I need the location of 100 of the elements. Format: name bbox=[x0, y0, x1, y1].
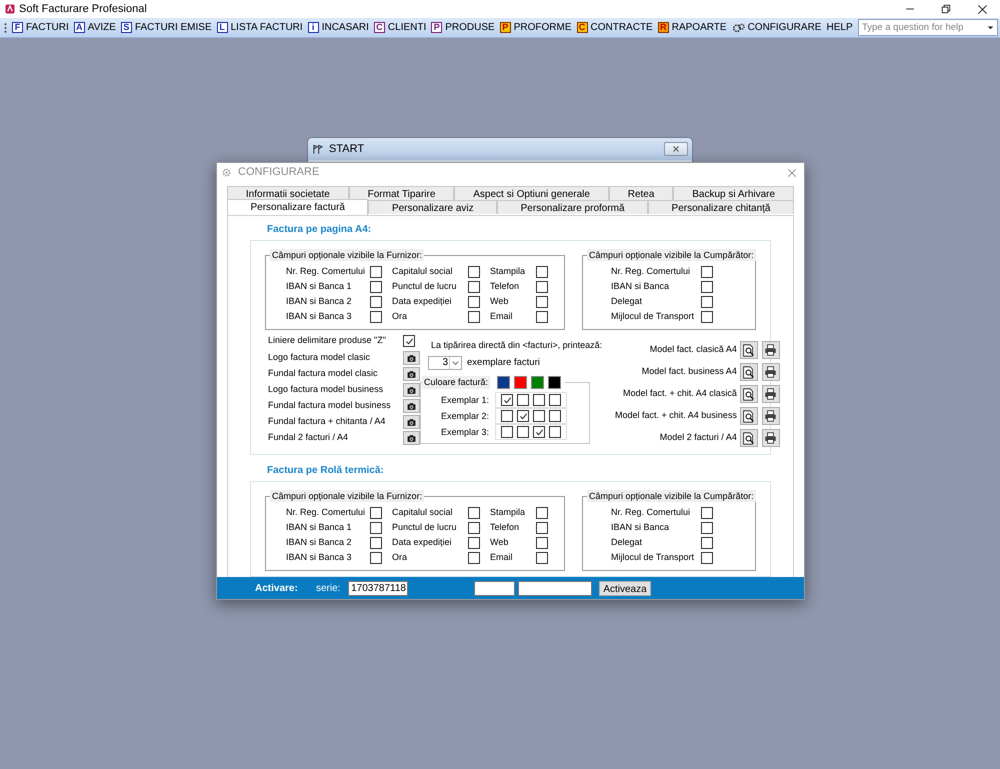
menu-item[interactable]: A AVIZE bbox=[72, 20, 117, 35]
preview-button[interactable] bbox=[740, 341, 758, 359]
camera-button[interactable] bbox=[403, 431, 420, 445]
tab[interactable]: Personalizare aviz bbox=[368, 200, 498, 214]
checkbox[interactable] bbox=[536, 311, 548, 323]
field-label: Nr. Reg. Comertului bbox=[286, 265, 366, 278]
copies-dropdown[interactable]: 3 bbox=[428, 356, 462, 370]
checkbox[interactable] bbox=[468, 296, 480, 308]
menu-item[interactable]: R RAPOARTE bbox=[656, 20, 728, 35]
checkbox[interactable] bbox=[701, 266, 713, 278]
preview-icon bbox=[742, 344, 756, 356]
checkbox[interactable] bbox=[468, 522, 480, 534]
checkbox[interactable] bbox=[536, 296, 548, 308]
checkbox[interactable] bbox=[501, 394, 513, 406]
checkbox[interactable] bbox=[701, 552, 713, 564]
checkbox[interactable] bbox=[370, 281, 382, 293]
checkbox[interactable] bbox=[517, 394, 529, 406]
checkbox[interactable] bbox=[468, 507, 480, 519]
checkbox[interactable] bbox=[536, 266, 548, 278]
checkbox[interactable] bbox=[533, 426, 545, 438]
checkbox[interactable] bbox=[468, 311, 480, 323]
print-button[interactable] bbox=[762, 341, 780, 359]
checkbox[interactable] bbox=[701, 281, 713, 293]
tab[interactable]: Retea bbox=[608, 186, 674, 200]
print-button[interactable] bbox=[762, 385, 780, 403]
color-swatch[interactable] bbox=[514, 376, 528, 389]
help-search-field[interactable]: Type a question for help bbox=[858, 19, 998, 36]
checkbox[interactable] bbox=[517, 410, 529, 422]
menu-item[interactable]: HELP bbox=[825, 20, 854, 35]
close-button[interactable] bbox=[664, 142, 688, 156]
input-field[interactable] bbox=[474, 580, 515, 596]
print-button[interactable] bbox=[762, 363, 780, 381]
section-heading: Factura pe pagina A4: bbox=[266, 224, 372, 236]
tab[interactable]: Aspect si Optiuni generale bbox=[454, 186, 609, 200]
menu-item[interactable]: P PROFORME bbox=[498, 20, 572, 35]
checkbox[interactable] bbox=[701, 507, 713, 519]
camera-icon bbox=[406, 354, 417, 362]
checkbox[interactable] bbox=[701, 296, 713, 308]
checkbox[interactable] bbox=[536, 537, 548, 549]
camera-button[interactable] bbox=[403, 383, 420, 397]
menu-item[interactable]: F FACTURI bbox=[11, 20, 70, 35]
checkbox[interactable] bbox=[536, 522, 548, 534]
tab[interactable]: Format Tiparire bbox=[348, 186, 454, 200]
camera-button[interactable] bbox=[403, 367, 420, 381]
activate-button[interactable]: Activeaza bbox=[599, 580, 651, 596]
checkbox[interactable] bbox=[701, 537, 713, 549]
tab[interactable]: Personalizare factură bbox=[227, 199, 368, 215]
preview-button[interactable] bbox=[740, 407, 758, 425]
checkbox[interactable] bbox=[549, 394, 561, 406]
checkbox[interactable] bbox=[468, 552, 480, 564]
checkbox[interactable] bbox=[533, 410, 545, 422]
input-field[interactable] bbox=[518, 580, 592, 596]
preview-button[interactable] bbox=[740, 429, 758, 447]
tab[interactable]: Personalizare chitanță bbox=[648, 200, 794, 214]
color-swatch[interactable] bbox=[497, 376, 510, 389]
checkbox[interactable] bbox=[370, 522, 382, 534]
menu-item[interactable]: i INCASARI bbox=[306, 20, 370, 35]
checkbox[interactable] bbox=[370, 296, 382, 308]
preview-button[interactable] bbox=[740, 363, 758, 381]
checkbox[interactable] bbox=[549, 426, 561, 438]
field-label: Capitalul social bbox=[392, 506, 454, 520]
checkbox[interactable] bbox=[468, 266, 480, 278]
checkbox[interactable] bbox=[701, 522, 713, 534]
checkbox[interactable] bbox=[501, 426, 513, 438]
menu-item[interactable]: L LISTA FACTURI bbox=[216, 20, 304, 35]
checkbox[interactable] bbox=[403, 335, 415, 347]
checkbox[interactable] bbox=[701, 311, 713, 323]
checkbox[interactable] bbox=[468, 281, 480, 293]
checkbox[interactable] bbox=[370, 552, 382, 564]
checkbox[interactable] bbox=[536, 552, 548, 564]
checkbox[interactable] bbox=[549, 410, 561, 422]
tab[interactable]: Backup si Arhivare bbox=[673, 186, 794, 200]
menu-item[interactable]: C CONTRACTE bbox=[576, 20, 654, 35]
checkbox[interactable] bbox=[501, 410, 513, 422]
menu-letter-icon: S bbox=[120, 22, 132, 33]
menu-item[interactable]: CONFIGURARE bbox=[730, 20, 822, 35]
checkbox[interactable] bbox=[517, 426, 529, 438]
print-button[interactable] bbox=[762, 429, 780, 447]
checkbox[interactable] bbox=[468, 537, 480, 549]
camera-button[interactable] bbox=[403, 415, 420, 429]
camera-button[interactable] bbox=[403, 399, 420, 413]
color-swatch[interactable] bbox=[548, 376, 562, 389]
checkbox[interactable] bbox=[533, 394, 545, 406]
serie-field[interactable]: 1703787118 bbox=[348, 580, 408, 596]
field-label: Web bbox=[490, 536, 510, 550]
preview-button[interactable] bbox=[740, 385, 758, 403]
camera-button[interactable] bbox=[403, 351, 420, 365]
checkbox[interactable] bbox=[536, 281, 548, 293]
color-swatch[interactable] bbox=[531, 376, 544, 389]
checkbox[interactable] bbox=[370, 266, 382, 278]
checkbox[interactable] bbox=[370, 507, 382, 519]
checkbox[interactable] bbox=[370, 537, 382, 549]
tab[interactable]: Informatii societate bbox=[227, 186, 349, 200]
checkbox[interactable] bbox=[370, 311, 382, 323]
print-button[interactable] bbox=[762, 407, 780, 425]
checkbox[interactable] bbox=[536, 507, 548, 519]
menu-item[interactable]: P PRODUSE bbox=[430, 20, 496, 35]
menu-item[interactable]: C CLIENTI bbox=[372, 20, 428, 35]
menu-item[interactable]: S FACTURI EMISE bbox=[120, 20, 213, 35]
tab[interactable]: Personalizare proformă bbox=[497, 200, 648, 214]
